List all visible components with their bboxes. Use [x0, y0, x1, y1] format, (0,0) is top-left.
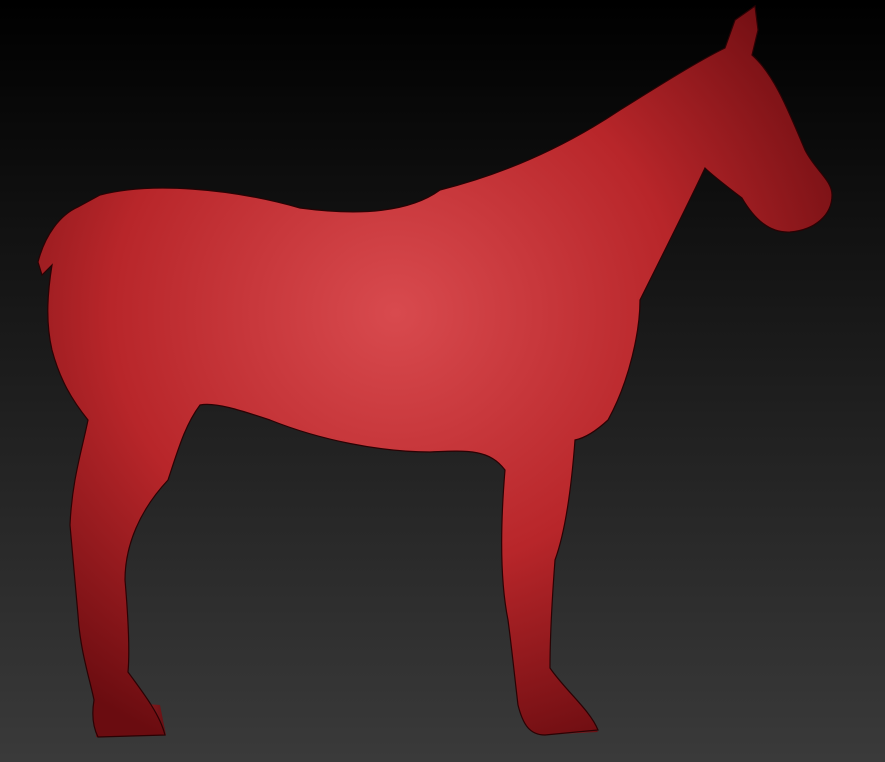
3d-viewport[interactable] [0, 0, 885, 762]
viewport-canvas[interactable] [0, 0, 885, 762]
